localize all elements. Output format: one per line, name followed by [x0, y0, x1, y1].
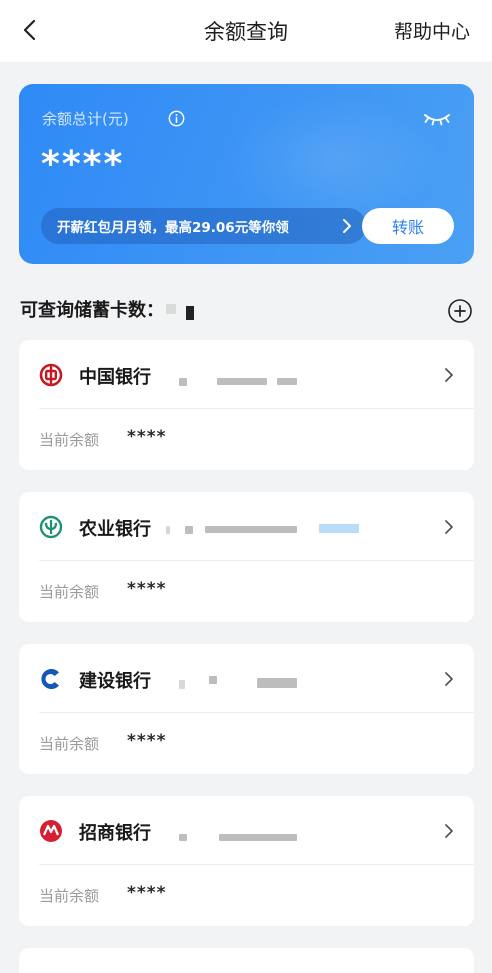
current-balance-value: **** [127, 731, 167, 751]
total-balance-label: 余额总计(元) [42, 110, 129, 128]
masked-card-number [319, 524, 359, 533]
masked-card-number [179, 680, 185, 689]
chevron-right-icon [445, 520, 453, 534]
divider [39, 712, 474, 713]
promo-text: 开薪红包月月领，最高29.06元等你领 [57, 220, 289, 236]
chevron-right-icon [343, 219, 351, 233]
current-balance-value: **** [127, 579, 167, 599]
bank-name: 招商银行 [79, 823, 151, 844]
chevron-right-icon [445, 824, 453, 838]
add-card-button[interactable] [447, 298, 473, 324]
total-balance-value: **** [41, 144, 125, 185]
bank-logo-icon [39, 969, 63, 973]
current-balance-value: **** [127, 883, 167, 903]
masked-card-number [179, 834, 187, 841]
current-balance-value: **** [127, 427, 167, 447]
masked-count-blur [166, 304, 176, 314]
bank-card-header[interactable]: 招商银行 [19, 796, 474, 864]
agricultural-bank-logo-icon [39, 515, 63, 539]
merchants-bank-logo-icon [40, 820, 62, 842]
salary-promo-banner[interactable]: 开薪红包月月领，最高29.06元等你领 [41, 208, 366, 244]
bank-name: 中国银行 [79, 367, 151, 388]
balance-summary-card: 余额总计(元) **** 开薪红包月月领，最高29.06元等你领 转账 [19, 84, 474, 264]
current-balance-label: 当前余额 [39, 735, 100, 753]
bank-name: 建设银行 [79, 671, 151, 692]
divider [39, 560, 474, 561]
bank-card-next[interactable] [19, 948, 474, 973]
bank-card-cmb: 招商银行 当前余额 **** [19, 796, 474, 926]
masked-card-number [209, 676, 217, 684]
bank-name: 农业银行 [79, 519, 151, 540]
current-balance-label: 当前余额 [39, 583, 100, 601]
masked-card-number [166, 526, 170, 534]
masked-card-number [205, 526, 297, 533]
card-decoration [224, 94, 444, 224]
info-icon[interactable] [168, 110, 185, 127]
transfer-button[interactable]: 转账 [362, 208, 454, 244]
masked-card-number [257, 678, 297, 688]
chevron-right-icon [445, 672, 453, 686]
masked-card-number [185, 526, 193, 534]
masked-card-number [277, 378, 297, 385]
bank-card-abc: 农业银行 当前余额 **** [19, 492, 474, 622]
bank-card-boc: 中国银行 当前余额 **** [19, 340, 474, 470]
masked-card-number [217, 378, 267, 385]
debit-card-count-label: 可查询储蓄卡数： [20, 300, 164, 321]
bank-card-header[interactable]: 农业银行 [19, 492, 474, 560]
bank-card-header[interactable]: 中国银行 [19, 340, 474, 408]
divider [39, 864, 474, 865]
bank-of-china-logo-icon [39, 363, 63, 387]
current-balance-label: 当前余额 [39, 887, 100, 905]
masked-card-number [219, 834, 297, 841]
masked-count [186, 306, 194, 320]
divider [39, 408, 474, 409]
current-balance-label: 当前余额 [39, 431, 100, 449]
chevron-right-icon [445, 368, 453, 382]
masked-card-number [179, 378, 187, 386]
bank-card-ccb: 建设银行 当前余额 **** [19, 644, 474, 774]
top-bar: 余额查询 帮助中心 [0, 0, 492, 62]
bank-card-header[interactable]: 建设银行 [19, 644, 474, 712]
eye-closed-icon[interactable] [422, 110, 452, 128]
construction-bank-logo-icon [41, 669, 59, 689]
help-center-link[interactable]: 帮助中心 [394, 17, 470, 44]
